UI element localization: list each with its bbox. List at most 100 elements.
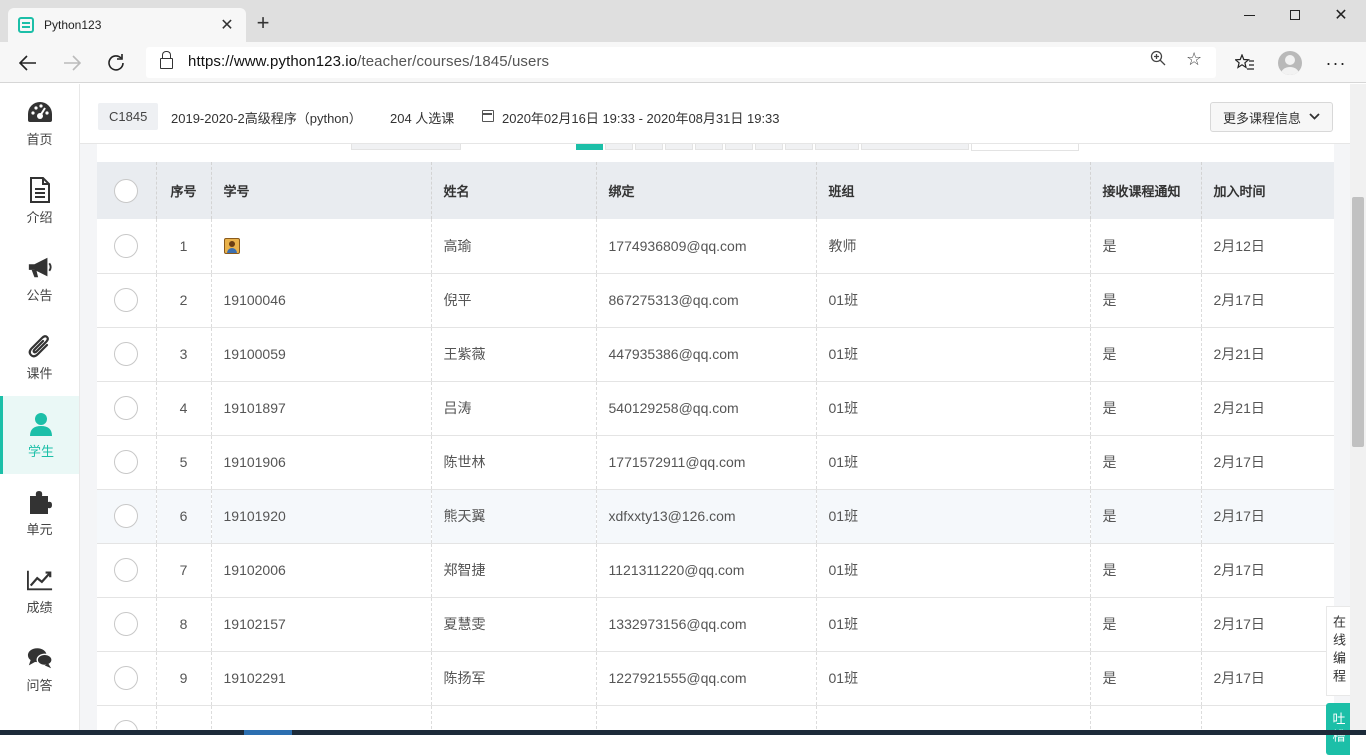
taskbar-active-app[interactable] [244, 730, 292, 735]
teacher-avatar-icon [223, 238, 240, 255]
pagination-page[interactable] [725, 144, 753, 150]
new-tab-button[interactable]: + [252, 10, 274, 36]
row-select-radio[interactable] [114, 342, 139, 366]
table-row[interactable]: 6 19101920 熊天翼 xdfxxty13@126.com 01班 是 2… [97, 489, 1334, 544]
header-binding[interactable]: 绑定 [596, 162, 817, 219]
row-name: 倪平 [431, 273, 597, 328]
sidebar-item-announcements[interactable]: 公告 [0, 240, 79, 318]
window-minimize-button[interactable] [1226, 0, 1272, 30]
maximize-icon [1290, 10, 1300, 20]
table-row[interactable]: 4 19101897 吕涛 540129258@qq.com 01班 是 2月2… [97, 381, 1334, 436]
row-binding: 1227921555@qq.com [596, 651, 817, 706]
table-row[interactable]: 1 高瑜 1774936809@qq.com 教师 是 2月12日 [97, 219, 1334, 274]
header-name[interactable]: 姓名 [431, 162, 597, 219]
sidebar-item-units[interactable]: 单元 [0, 474, 79, 552]
favorite-star-icon[interactable]: ☆ [1186, 49, 1202, 70]
row-select-radio[interactable] [114, 612, 139, 636]
row-notify: 是 [1090, 489, 1202, 544]
row-student-id: 19100059 [211, 327, 432, 382]
address-bar[interactable]: https://www.python123.io/teacher/courses… [146, 47, 1216, 78]
reload-icon[interactable] [103, 50, 129, 76]
row-index: 6 [156, 489, 212, 544]
table-row[interactable]: 5 19101906 陈世林 1771572911@qq.com 01班 是 2… [97, 435, 1334, 490]
table-row[interactable]: 3 19100059 王紫薇 447935386@qq.com 01班 是 2月… [97, 327, 1334, 382]
row-select-cell [97, 597, 157, 652]
sidebar-item-intro[interactable]: 介绍 [0, 162, 79, 240]
back-arrow-icon[interactable] [15, 50, 41, 76]
page-scrollbar-thumb[interactable] [1352, 197, 1364, 447]
row-group: 01班 [816, 543, 1091, 598]
row-select-radio[interactable] [114, 558, 139, 582]
row-select-cell [97, 381, 157, 436]
online-coding-tab[interactable]: 在线编程 [1326, 606, 1350, 696]
pagination-next[interactable] [815, 144, 859, 150]
row-name: 高瑜 [431, 219, 597, 274]
more-options-icon[interactable]: ··· [1323, 50, 1349, 76]
more-course-info-button[interactable]: 更多课程信息 [1210, 102, 1333, 132]
row-select-cell [97, 489, 157, 544]
feedback-button[interactable]: 吐槽 [1326, 703, 1350, 755]
pagination-page[interactable] [785, 144, 813, 150]
sidebar-item-label: 单元 [26, 521, 53, 537]
forward-arrow-icon[interactable] [59, 50, 85, 76]
row-student-id: 19102157 [211, 597, 432, 652]
window-close-button[interactable]: ✕ [1318, 0, 1364, 30]
course-name: 2019-2020-2高级程序（python） [171, 111, 362, 126]
table-row[interactable]: 2 19100046 倪平 867275313@qq.com 01班 是 2月1… [97, 273, 1334, 328]
pagination-page[interactable] [755, 144, 783, 150]
pagination-page[interactable] [665, 144, 693, 150]
tab-close-icon[interactable]: ✕ [218, 15, 236, 35]
row-student-id [211, 219, 432, 274]
sidebar-item-qa[interactable]: 问答 [0, 630, 79, 708]
pagination-page[interactable] [635, 144, 663, 150]
browser-tab[interactable]: Python123 ✕ [8, 8, 246, 42]
table-row[interactable]: 7 19102006 郑智捷 1121311220@qq.com 01班 是 2… [97, 543, 1334, 598]
sidebar-item-grades[interactable]: 成绩 [0, 552, 79, 630]
pagination-control[interactable] [351, 144, 461, 150]
row-binding: 1332973156@qq.com [596, 597, 817, 652]
row-index: 8 [156, 597, 212, 652]
favorites-icon[interactable] [1232, 50, 1258, 76]
header-index[interactable]: 序号 [156, 162, 212, 219]
select-all-radio[interactable] [114, 178, 139, 203]
header-group[interactable]: 班组 [816, 162, 1091, 219]
sidebar-item-students[interactable]: 学生 [0, 396, 79, 474]
url-text[interactable]: https://www.python123.io/teacher/courses… [188, 53, 549, 70]
course-date-range: 2020年02月16日 19:33 - 2020年08月31日 19:33 [502, 111, 780, 126]
pagination-page[interactable] [605, 144, 633, 150]
zoom-icon[interactable] [1150, 50, 1166, 71]
row-index: 3 [156, 327, 212, 382]
window-maximize-button[interactable] [1272, 0, 1318, 30]
row-notify: 是 [1090, 219, 1202, 274]
row-name: 王紫薇 [431, 327, 597, 382]
table-row[interactable]: 8 19102157 夏慧雯 1332973156@qq.com 01班 是 2… [97, 597, 1334, 652]
row-index: 1 [156, 219, 212, 274]
header-joined[interactable]: 加入时间 [1201, 162, 1334, 219]
row-notify: 是 [1090, 543, 1202, 598]
row-student-id: 19101906 [211, 435, 432, 490]
pagination-size-select[interactable] [861, 144, 969, 150]
header-notify[interactable]: 接收课程通知 [1090, 162, 1202, 219]
lock-icon [160, 51, 173, 69]
profile-avatar[interactable] [1278, 51, 1302, 75]
row-binding: 540129258@qq.com [596, 381, 817, 436]
document-icon [27, 176, 53, 203]
pagination-page[interactable] [695, 144, 723, 150]
row-select-radio[interactable] [114, 666, 139, 690]
header-student-id[interactable]: 学号 [211, 162, 432, 219]
row-group: 教师 [816, 219, 1091, 274]
pagination-jump-input[interactable] [971, 144, 1079, 151]
main-content: C1845 2019-2020-2高级程序（python） 204 人选课 20… [80, 84, 1350, 735]
row-select-radio[interactable] [114, 396, 139, 420]
table-row[interactable]: 9 19102291 陈扬军 1227921555@qq.com 01班 是 2… [97, 651, 1334, 706]
sidebar-item-home[interactable]: 首页 [0, 84, 79, 162]
row-index: 7 [156, 543, 212, 598]
row-select-radio[interactable] [114, 450, 139, 474]
pagination-current-page[interactable] [576, 144, 603, 150]
row-select-radio[interactable] [114, 288, 139, 312]
row-select-radio[interactable] [114, 504, 139, 528]
pagination-strip [97, 144, 1334, 162]
sidebar-item-courseware[interactable]: 课件 [0, 318, 79, 396]
row-select-radio[interactable] [114, 233, 139, 258]
sidebar-item-label: 公告 [26, 287, 53, 303]
